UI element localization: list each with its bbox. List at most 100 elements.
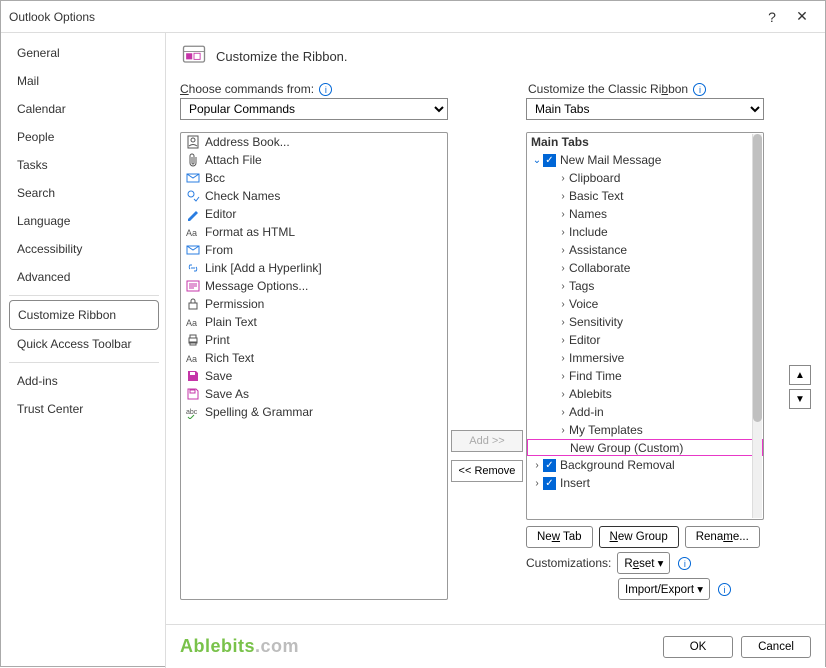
- sidebar-item-people[interactable]: People: [9, 123, 159, 151]
- command-item: Address Book...: [181, 133, 447, 151]
- ribbon-tree[interactable]: Main Tabs ⌄ ✓ New Mail Message ›Clipboar…: [526, 132, 764, 520]
- save-icon: [185, 368, 201, 384]
- chevron-right-icon[interactable]: ›: [557, 281, 569, 292]
- remove-button[interactable]: << Remove: [451, 460, 523, 482]
- customize-ribbon-select[interactable]: Main Tabs: [526, 98, 764, 120]
- chevron-right-icon[interactable]: ›: [531, 478, 543, 489]
- sidebar-item-quick-access-toolbar[interactable]: Quick Access Toolbar: [9, 330, 159, 358]
- tree-group[interactable]: ›Clipboard: [527, 169, 763, 187]
- rename-button[interactable]: Rename...: [685, 526, 760, 548]
- command-item: Save: [181, 367, 447, 385]
- address-book-icon: [185, 134, 201, 150]
- tree-tab-insert[interactable]: › ✓ Insert: [527, 474, 763, 492]
- help-button[interactable]: ?: [757, 9, 787, 25]
- close-button[interactable]: ✕: [787, 8, 817, 25]
- chevron-right-icon[interactable]: ›: [557, 335, 569, 346]
- sidebar-item-add-ins[interactable]: Add-ins: [9, 367, 159, 395]
- brand-watermark: Ablebits.com: [180, 636, 299, 657]
- tree-group[interactable]: ›Immersive: [527, 349, 763, 367]
- cancel-button[interactable]: Cancel: [741, 636, 811, 658]
- tree-group[interactable]: ›Tags: [527, 277, 763, 295]
- reset-button[interactable]: Reset ▾: [617, 552, 670, 574]
- new-tab-button[interactable]: New Tab: [526, 526, 593, 548]
- command-item: Save As: [181, 385, 447, 403]
- import-export-button[interactable]: Import/Export ▾: [618, 578, 710, 600]
- chevron-right-icon[interactable]: ›: [557, 209, 569, 220]
- sidebar-item-advanced[interactable]: Advanced: [9, 263, 159, 291]
- scrollbar[interactable]: [752, 134, 762, 518]
- command-item: Editor: [181, 205, 447, 223]
- sidebar-item-mail[interactable]: Mail: [9, 67, 159, 95]
- sidebar-item-customize-ribbon[interactable]: Customize Ribbon: [9, 300, 159, 330]
- tree-group[interactable]: ›Include: [527, 223, 763, 241]
- ok-button[interactable]: OK: [663, 636, 733, 658]
- chevron-right-icon[interactable]: ›: [557, 407, 569, 418]
- commands-listbox[interactable]: Address Book... Attach File Bcc Check Na…: [180, 132, 448, 600]
- tree-tab-background-removal[interactable]: › ✓ Background Removal: [527, 456, 763, 474]
- chevron-right-icon[interactable]: ›: [557, 299, 569, 310]
- sidebar-item-general[interactable]: General: [9, 39, 159, 67]
- chevron-right-icon[interactable]: ›: [557, 263, 569, 274]
- info-icon[interactable]: i: [678, 557, 691, 570]
- svg-text:Aa: Aa: [186, 354, 197, 364]
- choose-commands-label: Choose commands from:: [180, 82, 314, 96]
- tree-group[interactable]: ›Sensitivity: [527, 313, 763, 331]
- tree-group-new-group-custom[interactable]: New Group (Custom): [527, 439, 763, 456]
- choose-commands-select[interactable]: Popular Commands: [180, 98, 448, 120]
- checkbox[interactable]: ✓: [543, 477, 556, 490]
- bcc-icon: [185, 170, 201, 186]
- chevron-right-icon[interactable]: ›: [557, 353, 569, 364]
- sidebar-item-tasks[interactable]: Tasks: [9, 151, 159, 179]
- chevron-right-icon[interactable]: ›: [557, 245, 569, 256]
- attach-file-icon: [185, 152, 201, 168]
- sidebar-item-calendar[interactable]: Calendar: [9, 95, 159, 123]
- chevron-right-icon[interactable]: ›: [557, 389, 569, 400]
- tree-group[interactable]: ›Collaborate: [527, 259, 763, 277]
- command-item: Print: [181, 331, 447, 349]
- transfer-buttons: Add >> << Remove: [448, 132, 526, 600]
- svg-text:Aa: Aa: [186, 228, 197, 238]
- main-panel: Customize the Ribbon. Choose commands fr…: [166, 33, 825, 668]
- tree-group[interactable]: ›Names: [527, 205, 763, 223]
- sidebar-item-trust-center[interactable]: Trust Center: [9, 395, 159, 423]
- chevron-right-icon[interactable]: ›: [557, 173, 569, 184]
- customize-ribbon-label: Customize the Classic Ribbon: [528, 82, 688, 96]
- checkbox[interactable]: ✓: [543, 459, 556, 472]
- tree-group[interactable]: ›Ablebits: [527, 385, 763, 403]
- customizations-label: Customizations:: [526, 556, 611, 570]
- command-item: AaRich Text: [181, 349, 447, 367]
- chevron-right-icon[interactable]: ›: [557, 191, 569, 202]
- tree-group[interactable]: ›Voice: [527, 295, 763, 313]
- new-group-button[interactable]: New Group: [599, 526, 679, 548]
- checkbox[interactable]: ✓: [543, 154, 556, 167]
- chevron-right-icon[interactable]: ›: [557, 227, 569, 238]
- chevron-right-icon[interactable]: ›: [557, 317, 569, 328]
- tree-group[interactable]: ›Assistance: [527, 241, 763, 259]
- sidebar-separator: [9, 362, 159, 363]
- tree-tab-new-mail-message[interactable]: ⌄ ✓ New Mail Message: [527, 151, 763, 169]
- chevron-right-icon[interactable]: ›: [531, 460, 543, 471]
- info-icon[interactable]: i: [693, 83, 706, 96]
- chevron-down-icon[interactable]: ⌄: [531, 155, 543, 166]
- chevron-right-icon[interactable]: ›: [557, 371, 569, 382]
- info-icon[interactable]: i: [319, 83, 332, 96]
- move-up-button[interactable]: ▲: [789, 365, 811, 385]
- tree-group[interactable]: ›Add-in: [527, 403, 763, 421]
- info-icon[interactable]: i: [718, 583, 731, 596]
- tree-group[interactable]: ›My Templates: [527, 421, 763, 439]
- move-down-button[interactable]: ▼: [789, 389, 811, 409]
- scrollbar-thumb[interactable]: [753, 134, 762, 422]
- titlebar: Outlook Options ? ✕: [1, 1, 825, 33]
- spelling-icon: abc: [185, 404, 201, 420]
- sidebar-item-language[interactable]: Language: [9, 207, 159, 235]
- command-item: From: [181, 241, 447, 259]
- sidebar-item-accessibility[interactable]: Accessibility: [9, 235, 159, 263]
- sidebar-item-search[interactable]: Search: [9, 179, 159, 207]
- dialog-footer: Ablebits.com OK Cancel: [166, 624, 825, 668]
- tree-group[interactable]: ›Find Time: [527, 367, 763, 385]
- tree-group[interactable]: ›Editor: [527, 331, 763, 349]
- chevron-right-icon[interactable]: ›: [557, 425, 569, 436]
- add-button[interactable]: Add >>: [451, 430, 523, 452]
- link-icon: [185, 260, 201, 276]
- tree-group[interactable]: ›Basic Text: [527, 187, 763, 205]
